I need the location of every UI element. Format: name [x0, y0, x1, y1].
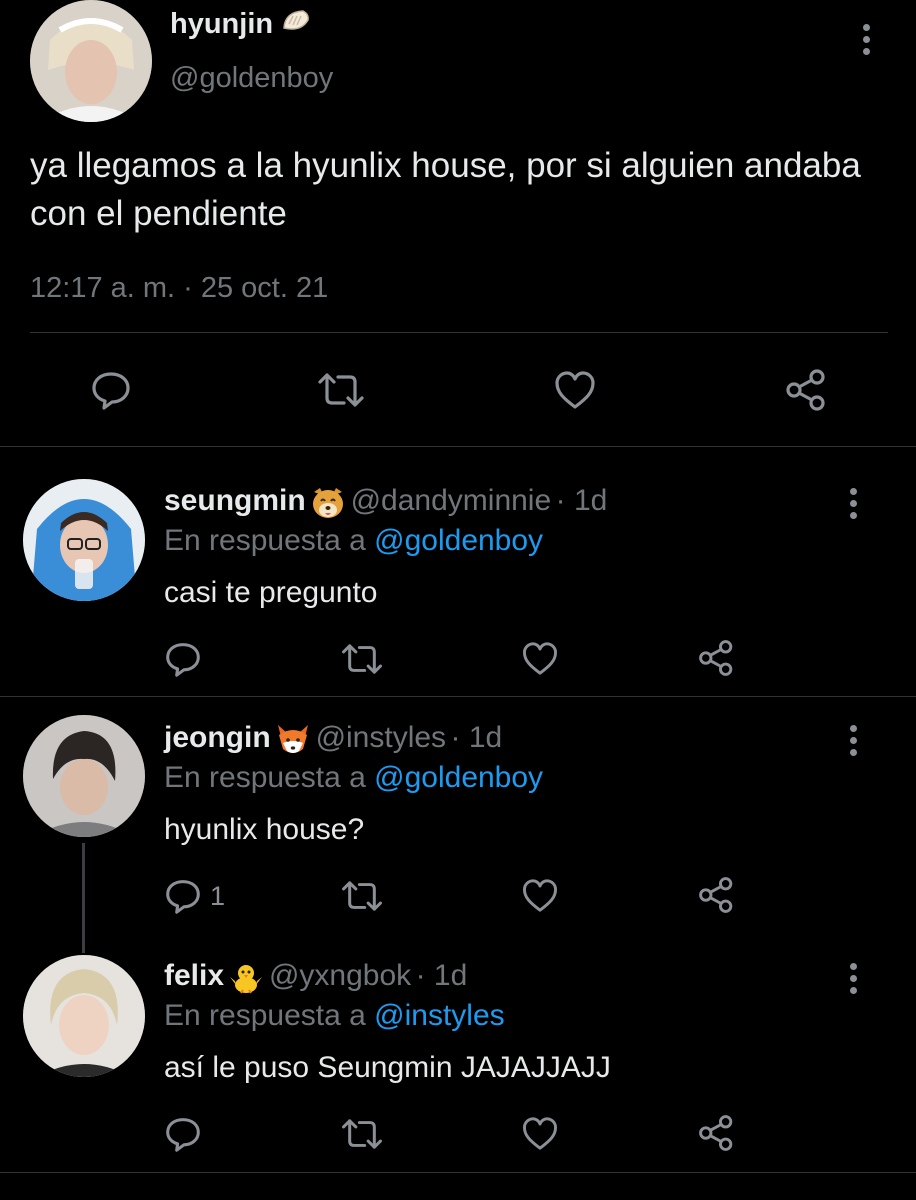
author-handle[interactable]: @goldenboy: [170, 62, 333, 95]
share-icon: [786, 369, 825, 411]
more-options-icon[interactable]: [849, 963, 857, 994]
reply-header: seungmin @dandyminnie · 1d: [164, 484, 607, 525]
avatar[interactable]: [23, 479, 145, 601]
share-button[interactable]: [785, 368, 829, 412]
mention-link[interactable]: @instyles: [374, 999, 505, 1032]
dumpling-emoji: [281, 8, 311, 42]
author-handle[interactable]: @instyles: [316, 721, 447, 754]
reply-header: felix @yxngbok · 1d: [164, 959, 467, 1000]
author-name-text: hyunjin: [170, 8, 274, 40]
reply-time[interactable]: · 1d: [451, 721, 503, 754]
divider: [30, 332, 888, 333]
reply-icon: [166, 1118, 200, 1152]
divider: [0, 1172, 916, 1173]
reply-prefix: En respuesta a: [164, 761, 366, 794]
author-name[interactable]: hyunjin: [170, 8, 311, 42]
reply-context: En respuesta a @instyles: [164, 999, 505, 1033]
author-name[interactable]: jeongin: [164, 721, 271, 754]
author-handle[interactable]: @dandyminnie: [351, 484, 552, 517]
retweet-icon: [342, 1119, 382, 1149]
reply-button[interactable]: [164, 641, 202, 677]
reply-icon: [166, 643, 200, 677]
reply-count: 1: [210, 880, 226, 911]
heart-icon: [555, 371, 595, 409]
reply-header: jeongin @instyles · 1d: [164, 721, 502, 762]
share-icon: [699, 640, 733, 676]
heart-icon: [522, 879, 558, 912]
tweet-text: así le puso Seungmin JAJAJJAJJ: [164, 1051, 611, 1084]
more-options-icon[interactable]: [849, 488, 857, 519]
heart-icon: [522, 642, 558, 675]
retweet-button[interactable]: [340, 880, 384, 912]
like-button[interactable]: [521, 641, 559, 676]
more-options-icon[interactable]: [862, 24, 870, 55]
more-options-icon[interactable]: [849, 725, 857, 756]
share-button[interactable]: [698, 639, 736, 677]
retweet-icon: [342, 881, 382, 911]
baby-chick-emoji: [228, 961, 264, 1000]
avatar[interactable]: [30, 0, 152, 122]
reply-prefix: En respuesta a: [164, 999, 366, 1032]
avatar[interactable]: [23, 955, 145, 1077]
tweet-text: casi te pregunto: [164, 576, 378, 609]
share-button[interactable]: [698, 1114, 736, 1152]
like-button[interactable]: [521, 878, 559, 913]
thread-line: [82, 843, 85, 953]
reply-button[interactable]: 1: [164, 878, 225, 914]
like-button[interactable]: [553, 370, 597, 410]
mention-link[interactable]: @goldenboy: [374, 524, 543, 557]
reply-icon: [92, 372, 130, 410]
reply-context: En respuesta a @goldenboy: [164, 761, 543, 795]
author-name[interactable]: felix: [164, 959, 224, 992]
retweet-icon: [342, 644, 382, 674]
tweet-timestamp[interactable]: 12:17 a. m. · 25 oct. 21: [30, 272, 328, 305]
mention-link[interactable]: @goldenboy: [374, 761, 543, 794]
share-icon: [699, 1115, 733, 1151]
retweet-button[interactable]: [340, 643, 384, 675]
share-icon: [699, 877, 733, 913]
retweet-button[interactable]: [340, 1118, 384, 1150]
reply-icon: [166, 880, 200, 914]
reply-prefix: En respuesta a: [164, 524, 366, 557]
share-button[interactable]: [698, 876, 736, 914]
author-name[interactable]: seungmin: [164, 484, 306, 517]
like-button[interactable]: [521, 1116, 559, 1151]
fox-face-emoji: [275, 723, 311, 762]
heart-icon: [522, 1117, 558, 1150]
divider: [0, 446, 916, 447]
author-handle[interactable]: @yxngbok: [269, 959, 411, 992]
divider: [0, 696, 916, 697]
reply-button[interactable]: [90, 370, 132, 410]
tweet-text: hyunlix house?: [164, 813, 365, 846]
dog-face-emoji: [310, 486, 346, 525]
retweet-button[interactable]: [316, 372, 366, 408]
reply-time[interactable]: · 1d: [556, 484, 608, 517]
reply-context: En respuesta a @goldenboy: [164, 524, 543, 558]
avatar[interactable]: [23, 715, 145, 837]
retweet-icon: [318, 373, 364, 407]
reply-button[interactable]: [164, 1116, 202, 1152]
tweet-text: ya llegamos a la hyunlix house, por si a…: [30, 146, 861, 233]
reply-time[interactable]: · 1d: [416, 959, 468, 992]
